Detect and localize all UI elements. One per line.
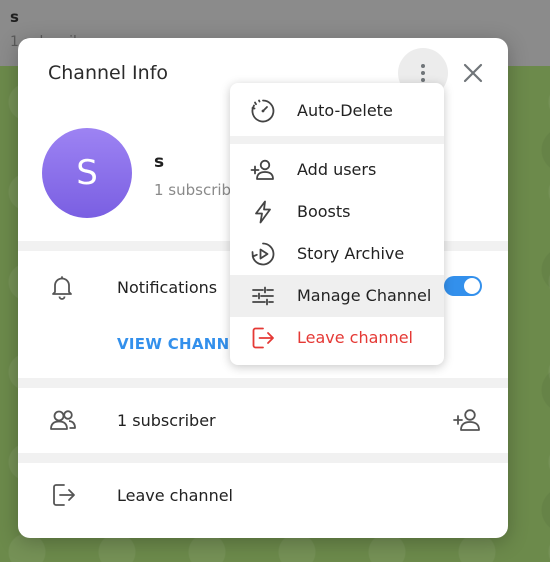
channel-name: s (154, 152, 165, 172)
menu-item-auto-delete[interactable]: Auto-Delete (230, 90, 444, 132)
menu-separator (230, 136, 444, 144)
close-icon (463, 63, 483, 83)
subscribers-label[interactable]: 1 subscriber (117, 411, 216, 430)
menu-item-story-archive[interactable]: Story Archive (230, 233, 444, 275)
story-archive-icon (250, 241, 276, 267)
notifications-toggle[interactable] (444, 276, 482, 296)
toggle-knob (464, 278, 480, 294)
notifications-label: Notifications (117, 278, 218, 297)
menu-item-boosts[interactable]: Boosts (230, 191, 444, 233)
logout-icon (50, 481, 78, 509)
menu-item-manage-channel[interactable]: Manage Channel (230, 275, 444, 317)
menu-label-story-archive: Story Archive (297, 244, 405, 263)
add-user-icon[interactable] (452, 406, 480, 434)
timer-icon (250, 98, 276, 124)
add-user-icon (250, 157, 276, 183)
close-button[interactable] (460, 60, 486, 86)
avatar: S (42, 128, 132, 218)
modal-title: Channel Info (48, 62, 169, 84)
users-icon (48, 406, 76, 434)
chat-title: s (10, 8, 19, 26)
menu-label-boosts: Boosts (297, 202, 351, 221)
menu-label-add-users: Add users (297, 160, 377, 179)
menu-item-add-users[interactable]: Add users (230, 149, 444, 191)
menu-label-auto-delete: Auto-Delete (297, 101, 393, 120)
bell-icon (48, 273, 76, 301)
logout-icon (250, 325, 276, 351)
view-channel-link[interactable]: VIEW CHANNEL (117, 335, 229, 353)
section-divider (18, 453, 508, 463)
lightning-icon (250, 199, 276, 225)
section-divider (18, 378, 508, 388)
menu-item-leave-channel[interactable]: Leave channel (230, 317, 444, 359)
menu-label-leave-channel: Leave channel (297, 328, 413, 347)
menu-label-manage-channel: Manage Channel (297, 286, 432, 305)
channel-options-menu: Auto-Delete Add users Boosts Story Archi… (230, 83, 444, 365)
leave-channel-label[interactable]: Leave channel (117, 486, 233, 505)
sliders-icon (250, 283, 276, 309)
